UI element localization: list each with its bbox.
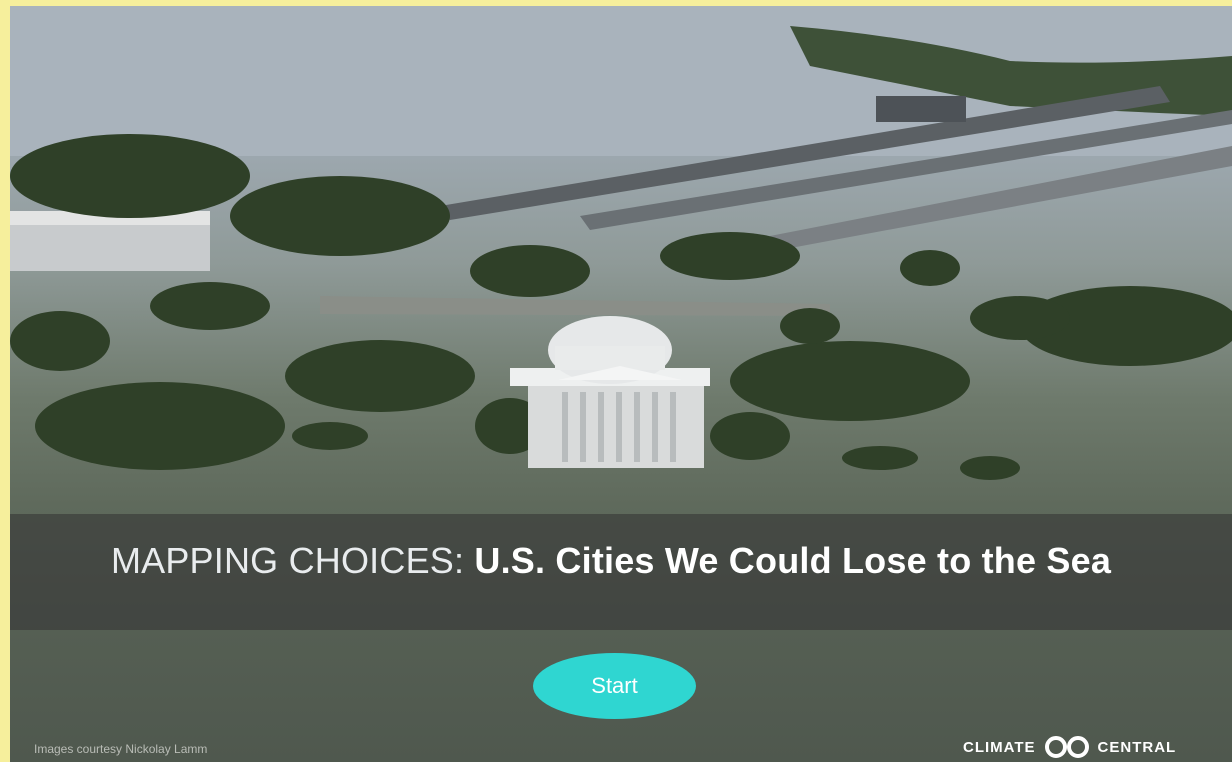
brand-right-text: CENTRAL [1097, 738, 1177, 756]
hero-frame [10, 6, 1232, 762]
image-credit: Images courtesy Nickolay Lamm [34, 742, 208, 756]
title-lead: MAPPING CHOICES: [110, 540, 465, 581]
title-main: U.S. Cities We Could Lose to the Sea [474, 540, 1112, 581]
page-title: MAPPING CHOICES: U.S. Cities We Could Lo… [0, 540, 1222, 582]
brand-left-text: CLIMATE [963, 738, 1036, 756]
climate-central-logo-icon [1040, 736, 1094, 758]
memorial [510, 316, 710, 468]
flooded-memorial-image [10, 6, 1232, 480]
start-button[interactable]: Start [533, 653, 696, 719]
climate-central-logo[interactable]: CLIMATE CENTRAL [963, 734, 1176, 760]
